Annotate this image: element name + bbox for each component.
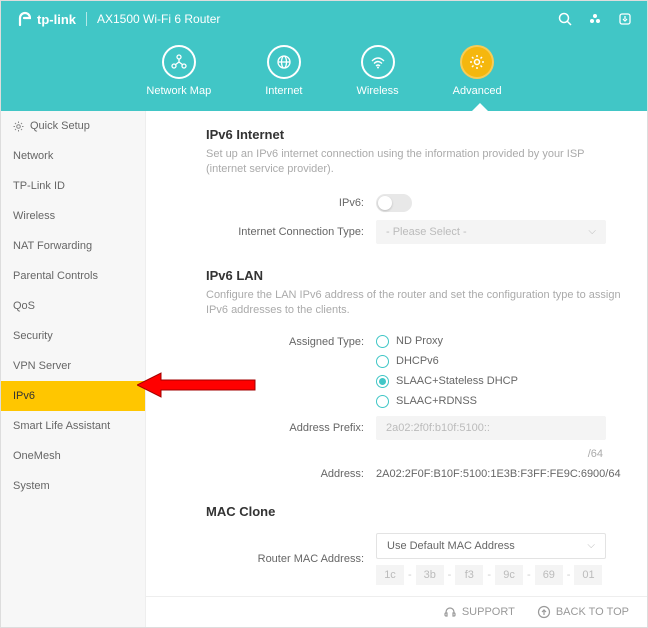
sidebar-item-parental-controls[interactable]: Parental Controls [1,261,145,291]
tab-wireless[interactable]: Wireless [357,45,399,97]
radio-label: ND Proxy [396,335,443,347]
wireless-icon [361,45,395,79]
arrow-up-circle-icon [537,605,551,619]
radio-label: SLAAC+Stateless DHCP [396,375,518,387]
sidebar-item-label: Security [13,330,53,342]
radio-nd-proxy[interactable]: ND Proxy [376,335,623,348]
sidebar-item-nat-forwarding[interactable]: NAT Forwarding [1,231,145,261]
prefix-suffix: /64 [206,448,603,460]
tab-label: Internet [265,85,302,97]
radio-circle-icon [376,375,389,388]
content-pane: IPv6 Internet Set up an IPv6 internet co… [146,111,647,627]
sidebar-item-network[interactable]: Network [1,141,145,171]
brand-name: tp-link [37,12,76,27]
mac-sep: - [408,569,412,581]
section-desc: Set up an IPv6 internet connection using… [206,147,623,178]
sidebar-item-system[interactable]: System [1,471,145,501]
search-icon[interactable] [557,11,573,27]
sidebar-item-wireless[interactable]: Wireless [1,201,145,231]
support-label: SUPPORT [462,606,515,618]
network-map-icon [162,45,196,79]
sidebar-item-label: Parental Controls [13,270,98,282]
mac-sep: - [527,569,531,581]
label-prefix: Address Prefix: [206,422,376,434]
mac-sep: - [487,569,491,581]
gear-icon [13,121,24,132]
sidebar-item-label: IPv6 [13,390,35,402]
radio-circle-icon [376,355,389,368]
sidebar-item-smart-life-assistant[interactable]: Smart Life Assistant [1,411,145,441]
tab-label: Advanced [453,85,502,97]
section-desc: Configure the LAN IPv6 address of the ro… [206,288,623,319]
tab-advanced[interactable]: Advanced [453,45,502,97]
logout-icon[interactable] [617,11,633,27]
advanced-icon [460,45,494,79]
sidebar-item-label: System [13,480,50,492]
mac-byte-input[interactable]: 3b [416,565,444,585]
sidebar-item-ipv6[interactable]: IPv6 [1,381,145,411]
sidebar-item-label: OneMesh [13,450,61,462]
product-name: AX1500 Wi-Fi 6 Router [97,12,220,26]
select-value: Use Default MAC Address [387,540,515,552]
brand-logo: tp-link [15,11,76,27]
tab-internet[interactable]: Internet [265,45,302,97]
sidebar: Quick Setup Network TP-Link ID Wireless NAT … [1,111,146,627]
radio-circle-icon [376,395,389,408]
section-title-ipv6-internet: IPv6 Internet [206,127,623,142]
internet-icon [267,45,301,79]
label-assigned-type: Assigned Type: [206,335,376,348]
ipv6-toggle[interactable] [376,194,412,212]
support-button[interactable]: SUPPORT [443,605,515,619]
tab-network-map[interactable]: Network Map [146,45,211,97]
section-title-ipv6-lan: IPv6 LAN [206,268,623,283]
radio-label: DHCPv6 [396,355,439,367]
mac-byte-input[interactable]: 69 [535,565,563,585]
address-value: 2A02:2F0F:B10F:5100:1E3B:F3FF:FE9C:6900/… [376,468,623,480]
sidebar-item-security[interactable]: Security [1,321,145,351]
tplink-logo-icon [15,11,31,27]
label-ipv6: IPv6: [206,197,376,209]
chevron-down-icon: ⌵ [587,540,595,551]
sidebar-item-tp-link-id[interactable]: TP-Link ID [1,171,145,201]
sidebar-item-qos[interactable]: QoS [1,291,145,321]
sidebar-item-label: VPN Server [13,360,71,372]
mac-sep: - [567,569,571,581]
sidebar-item-quick-setup[interactable]: Quick Setup [1,111,145,141]
select-value: - Please Select - [386,226,467,238]
back-to-top-button[interactable]: BACK TO TOP [537,605,629,619]
apps-icon[interactable] [587,11,603,27]
mac-byte-input[interactable]: 9c [495,565,523,585]
chevron-down-icon: ⌵ [588,226,596,237]
sidebar-item-label: TP-Link ID [13,180,65,192]
sidebar-item-label: Wireless [13,210,55,222]
sidebar-item-label: QoS [13,300,35,312]
label-router-mac: Router MAC Address: [206,553,376,565]
radio-label: SLAAC+RDNSS [396,395,477,407]
section-title-mac-clone: MAC Clone [206,504,623,519]
sidebar-item-label: NAT Forwarding [13,240,92,252]
label-address: Address: [206,468,376,480]
radio-slaac-rdnss[interactable]: SLAAC+RDNSS [376,395,623,408]
sidebar-item-onemesh[interactable]: OneMesh [1,441,145,471]
radio-dhcpv6[interactable]: DHCPv6 [376,355,623,368]
headset-icon [443,605,457,619]
sidebar-item-vpn-server[interactable]: VPN Server [1,351,145,381]
mac-byte-input[interactable]: 1c [376,565,404,585]
sidebar-item-label: Smart Life Assistant [13,420,110,432]
tab-label: Wireless [357,85,399,97]
conn-type-select[interactable]: - Please Select - ⌵ [376,220,606,244]
back-label: BACK TO TOP [556,606,629,618]
mac-sep: - [448,569,452,581]
mac-byte-input[interactable]: 01 [574,565,602,585]
sidebar-item-label: Quick Setup [30,120,90,132]
prefix-input[interactable]: 2a02:2f0f:b10f:5100:: [376,416,606,440]
router-mac-select[interactable]: Use Default MAC Address ⌵ [376,533,606,559]
radio-slaac-stateless-dhcp[interactable]: SLAAC+Stateless DHCP [376,375,623,388]
radio-circle-icon [376,335,389,348]
sidebar-item-label: Network [13,150,53,162]
label-conn-type: Internet Connection Type: [206,226,376,238]
mac-byte-input[interactable]: f3 [455,565,483,585]
tab-label: Network Map [146,85,211,97]
